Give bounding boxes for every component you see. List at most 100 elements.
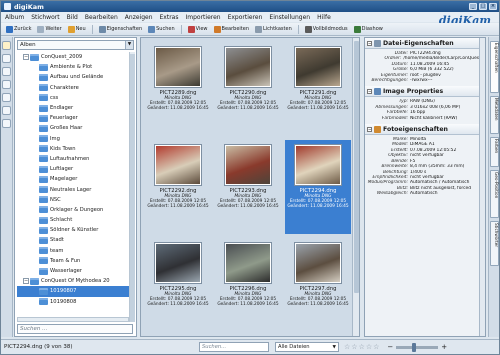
album-tree-item[interactable]: Kids Town [17,144,129,154]
right-tab-geo-position[interactable]: Geo-Position [490,169,499,218]
menu-item-extras[interactable]: Extras [160,14,179,21]
album-tree-item[interactable]: NSC [17,195,129,205]
album-tree-item[interactable]: − ConQuest_2009 [17,52,129,62]
close-button[interactable]: × [489,3,497,10]
thumbnail-item[interactable]: PICT2290.dng Minolta DNG Erstellt: 07.08.2… [215,42,281,136]
right-tab-metadaten[interactable]: Metadaten [490,95,499,135]
fuzzy-search-tab-icon[interactable] [2,106,11,115]
zoom-in-icon[interactable]: + [441,343,447,351]
right-tab-eigenschaften[interactable]: Eigenschaften [490,41,499,93]
photo-thumbnail[interactable] [295,243,341,283]
album-tree-item[interactable]: Team & Fun [17,256,129,266]
album-tree-item[interactable]: Großes Haar [17,123,129,133]
menu-item-bearbeiten[interactable]: Bearbeiten [85,14,118,21]
menu-item-hilfe[interactable]: Hilfe [317,14,331,21]
album-tree-item[interactable]: Aufbau und Gelände [17,72,129,82]
thumbnail-item[interactable]: PICT2294.dng Minolta DNG Erstellt: 07.08.2… [285,140,351,234]
photo-thumbnail[interactable] [295,47,341,87]
rating-star-icon[interactable]: ☆ [351,343,357,351]
toolbar-diashow-button[interactable]: Diashow [352,24,385,34]
collapse-toggle-icon[interactable]: − [23,278,29,285]
album-tree-item[interactable]: Magelager [17,174,129,184]
properties-scrollbar[interactable] [479,38,485,336]
album-tree-item[interactable]: Img [17,134,129,144]
toolbar-zurück-button[interactable]: Zurück [4,24,33,34]
thumbnail-item[interactable]: PICT2295.dng Minolta DNG Erstellt: 07.08.2… [145,238,211,332]
rating-star-icon[interactable]: ☆ [373,343,379,351]
collapse-toggle-icon[interactable]: − [367,40,372,46]
tree-scrollbar[interactable] [129,52,135,322]
menu-item-anzeigen[interactable]: Anzeigen [125,14,153,21]
album-view-combo[interactable]: Alben ▼ [17,40,134,50]
toolbar-bearbeiten-button[interactable]: Bearbeiten [212,24,251,34]
album-tree-item[interactable]: Luftlager [17,164,129,174]
tree-search-input[interactable]: Suchen ... [17,324,133,334]
properties-section-header[interactable]: − Fotoeigenschaften [365,124,485,136]
album-tree-item[interactable]: team [17,246,129,256]
calendar-tab-icon[interactable] [2,54,11,63]
properties-section-header[interactable]: − Datei-Eigenschaften [365,38,485,49]
toolbar-suchen-button[interactable]: Suchen [146,24,177,34]
grid-scrollbar[interactable] [352,38,359,336]
rating-star-icon[interactable]: ☆ [359,343,365,351]
thumbnail-item[interactable]: PICT2291.dng Minolta DNG Erstellt: 07.08.2… [285,42,351,136]
thumbnail-item[interactable]: PICT2292.dng Minolta DNG Erstellt: 07.08.2… [145,140,211,234]
zoom-out-icon[interactable]: − [387,343,393,351]
album-tree-item[interactable]: 10190808 [17,297,129,307]
albums-tab-icon[interactable] [2,41,11,50]
rating-star-icon[interactable]: ☆ [344,343,350,351]
map-search-tab-icon[interactable] [2,119,11,128]
album-tree-item[interactable]: Charaktere [17,83,129,93]
album-tree-item[interactable]: − ConQuest Of Mythodea 20 [17,276,129,286]
menu-item-album[interactable]: Album [5,14,24,21]
photo-thumbnail[interactable] [155,243,201,283]
collapse-toggle-icon[interactable]: − [23,54,29,61]
photo-thumbnail[interactable] [155,47,201,87]
photo-thumbnail[interactable] [155,145,201,185]
chevron-down-icon[interactable]: ▼ [125,41,133,49]
right-tab-farben[interactable]: Farben [490,137,499,167]
photo-thumbnail[interactable] [225,243,271,283]
minimize-button[interactable]: _ [469,3,477,10]
rating-star-icon[interactable]: ☆ [366,343,372,351]
album-tree-item[interactable]: 10190807 [17,286,129,297]
zoom-slider[interactable] [396,342,439,352]
tree-horizontal-scrollbar[interactable] [17,317,129,322]
maximize-button[interactable]: □ [479,3,487,10]
tags-tab-icon[interactable] [2,67,11,76]
photo-thumbnail[interactable] [225,145,271,185]
album-tree-item[interactable]: Wasserlager [17,266,129,276]
album-tree-item[interactable]: Neutrales Lager [17,184,129,194]
timeline-tab-icon[interactable] [2,93,11,102]
menu-item-einstellungen[interactable]: Einstellungen [269,14,310,21]
album-tree-item[interactable]: Luftaufnahmen [17,154,129,164]
collapse-toggle-icon[interactable]: − [367,88,372,94]
menu-item-bild[interactable]: Bild [67,14,78,21]
thumbnail-item[interactable]: PICT2289.dng Minolta DNG Erstellt: 07.08.2… [145,42,211,136]
thumbnail-item[interactable]: PICT2297.dng Minolta DNG Erstellt: 07.08.2… [285,238,351,332]
album-tree-item[interactable]: Schlacht [17,215,129,225]
toolbar-weiter-button[interactable]: Weiter [35,24,63,34]
toolbar-neu-button[interactable]: Neu [66,24,88,34]
thumbnail-item[interactable]: PICT2293.dng Minolta DNG Erstellt: 07.08.2… [215,140,281,234]
album-tree-item[interactable]: Stadt [17,235,129,245]
photo-thumbnail[interactable] [225,47,271,87]
photo-thumbnail[interactable] [295,145,341,185]
properties-section-header[interactable]: − Image Properties [365,86,485,98]
toolbar-eigenschaften-button[interactable]: Eigenschaften [97,24,144,34]
album-tree-item[interactable]: css [17,93,129,103]
album-tree-item[interactable]: Söldner & Künstler [17,225,129,235]
album-tree-item[interactable]: Feuerlager [17,113,129,123]
search-tab-icon[interactable] [2,80,11,89]
toolbar-lichtkasten-button[interactable]: Lichtkasten [253,24,294,34]
title-bar[interactable]: digiKam _ □ × [1,1,499,12]
menu-item-stichwort[interactable]: Stichwort [31,14,59,21]
right-tab-stichwörter[interactable]: Stichwörter [490,221,499,267]
menu-item-importieren[interactable]: Importieren [185,14,220,21]
thumbnail-item[interactable]: PICT2296.dng Minolta DNG Erstellt: 07.08.2… [215,238,281,332]
album-tree-item[interactable]: Orklager & Dungeon [17,205,129,215]
toolbar-view-button[interactable]: View [186,24,210,34]
toolbar-vollbildmodus-button[interactable]: Vollbildmodus [303,24,350,34]
menu-item-exportieren[interactable]: Exportieren [228,14,263,21]
status-search-input[interactable]: Suchen... [199,342,269,352]
